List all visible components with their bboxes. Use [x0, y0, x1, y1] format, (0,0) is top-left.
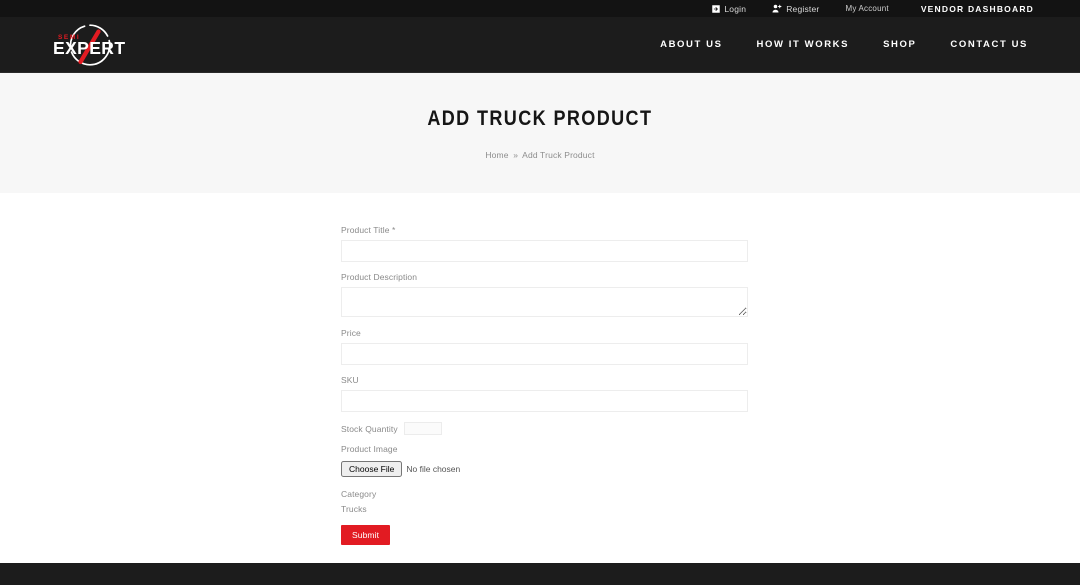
user-plus-icon: [772, 4, 782, 13]
svg-text:EXPERT: EXPERT: [53, 38, 125, 58]
breadcrumb-current: Add Truck Product: [522, 149, 595, 160]
field-category: Category Trucks: [341, 489, 748, 514]
page-hero: ADD TRUCK PRODUCT Home » Add Truck Produ…: [0, 73, 1080, 193]
vendor-dashboard-label: VENDOR DASHBOARD: [920, 3, 1034, 14]
site-footer: [0, 563, 1080, 585]
page-title: ADD TRUCK PRODUCT: [427, 106, 653, 130]
main-navigation: ABOUT US HOW IT WORKS SHOP CONTACT US: [626, 39, 1028, 50]
field-product-image: Product Image: [341, 444, 748, 477]
nav-item-how-it-works[interactable]: HOW IT WORKS: [757, 39, 850, 50]
submit-button[interactable]: Submit: [341, 525, 391, 545]
sku-label: SKU: [341, 375, 359, 385]
stock-quantity-label: Stock Quantity: [341, 423, 398, 434]
field-product-title: Product Title *: [341, 225, 748, 262]
nav-item-shop[interactable]: SHOP: [883, 39, 916, 50]
sign-in-icon: [712, 4, 721, 13]
field-sku: SKU: [341, 375, 748, 412]
product-description-textarea[interactable]: [341, 287, 748, 317]
field-stock-quantity: Stock Quantity: [341, 422, 748, 435]
site-header: SEMI EXPERT ABOUT US HOW IT WORKS SHOP C…: [0, 17, 1080, 73]
breadcrumb-home[interactable]: Home: [485, 150, 508, 160]
stock-quantity-input[interactable]: [403, 422, 442, 435]
nav-item-about-us[interactable]: ABOUT US: [660, 39, 722, 50]
product-title-label: Product Title *: [341, 225, 396, 235]
product-description-label: Product Description: [341, 272, 418, 282]
page-content: Product Title * Product Description Pric…: [0, 193, 1080, 545]
product-image-label: Product Image: [341, 444, 398, 454]
my-account-label: My Account: [845, 4, 889, 13]
sku-input[interactable]: [341, 390, 748, 412]
top-utility-bar: Login Register My Account VENDOR DASHBOA…: [0, 0, 1080, 17]
field-product-description: Product Description: [341, 272, 748, 317]
product-title-input[interactable]: [341, 240, 748, 262]
breadcrumb: Home » Add Truck Product: [485, 150, 594, 160]
login-label: Login: [724, 3, 747, 14]
login-link[interactable]: Login: [712, 4, 746, 14]
vendor-dashboard-link[interactable]: VENDOR DASHBOARD: [921, 4, 1034, 14]
nav-item-contact-us[interactable]: CONTACT US: [950, 39, 1028, 50]
my-account-link[interactable]: My Account: [845, 4, 888, 13]
register-label: Register: [786, 3, 820, 14]
price-label: Price: [341, 328, 361, 338]
category-label: Category: [341, 489, 377, 499]
add-truck-product-form: Product Title * Product Description Pric…: [341, 225, 748, 545]
product-image-file-input[interactable]: [341, 461, 748, 477]
breadcrumb-separator: »: [513, 149, 519, 160]
register-link[interactable]: Register: [772, 4, 819, 14]
site-logo[interactable]: SEMI EXPERT: [44, 21, 136, 69]
price-input[interactable]: [341, 343, 748, 365]
field-price: Price: [341, 328, 748, 365]
category-value: Trucks: [341, 504, 367, 514]
